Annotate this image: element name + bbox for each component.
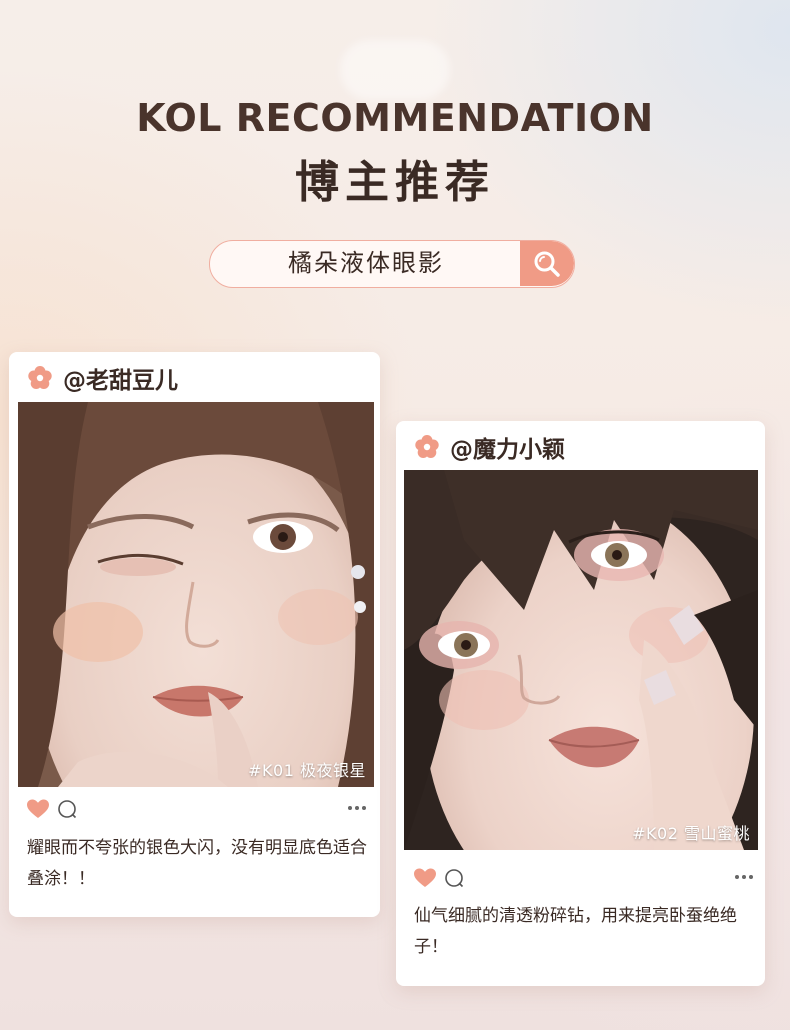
portrait-image <box>404 470 758 850</box>
decorative-cloud <box>340 40 450 100</box>
flower-icon <box>415 435 439 458</box>
flower-icon <box>28 366 52 389</box>
search-icon <box>534 251 560 277</box>
post-header: @老甜豆儿 <box>27 362 178 394</box>
post-card[interactable]: @老甜豆儿 #K01 极夜银星 耀眼而不夸张的银色大闪，没有明显底色适合叠涂！！ <box>9 352 380 917</box>
shade-tag: #K02 雪山蜜桃 <box>632 824 750 843</box>
shade-tag: #K01 极夜银星 <box>248 761 366 780</box>
title-english: KOL RECOMMENDATION <box>136 96 654 140</box>
more-icon[interactable] <box>734 872 754 882</box>
post-caption: 耀眼而不夸张的银色大闪，没有明显底色适合叠涂！！ <box>27 838 367 889</box>
post-card[interactable]: @魔力小颖 #K02 雪山蜜桃 仙气细腻的清透粉碎钻，用来提亮卧蚕绝绝子！ <box>396 421 765 986</box>
title-chinese: 博主推荐 <box>295 157 495 208</box>
heart-icon[interactable] <box>414 868 436 888</box>
comment-icon[interactable] <box>57 799 77 819</box>
username[interactable]: @老甜豆儿 <box>63 361 178 395</box>
portrait-image <box>18 402 374 787</box>
search-bar[interactable]: 橘朵液体眼影 <box>209 240 575 288</box>
username[interactable]: @魔力小颖 <box>450 430 565 464</box>
post-caption: 仙气细腻的清透粉碎钻，用来提亮卧蚕绝绝子！ <box>414 906 737 957</box>
post-actions <box>414 868 754 888</box>
post-actions <box>27 799 367 819</box>
more-icon[interactable] <box>347 803 367 813</box>
post-photo[interactable]: #K02 雪山蜜桃 <box>404 470 758 850</box>
heart-icon[interactable] <box>27 799 49 819</box>
search-button[interactable] <box>520 241 574 286</box>
search-input[interactable]: 橘朵液体眼影 <box>210 241 522 286</box>
post-photo[interactable]: #K01 极夜银星 <box>18 402 374 787</box>
post-header: @魔力小颖 <box>414 431 565 463</box>
comment-icon[interactable] <box>444 868 464 888</box>
